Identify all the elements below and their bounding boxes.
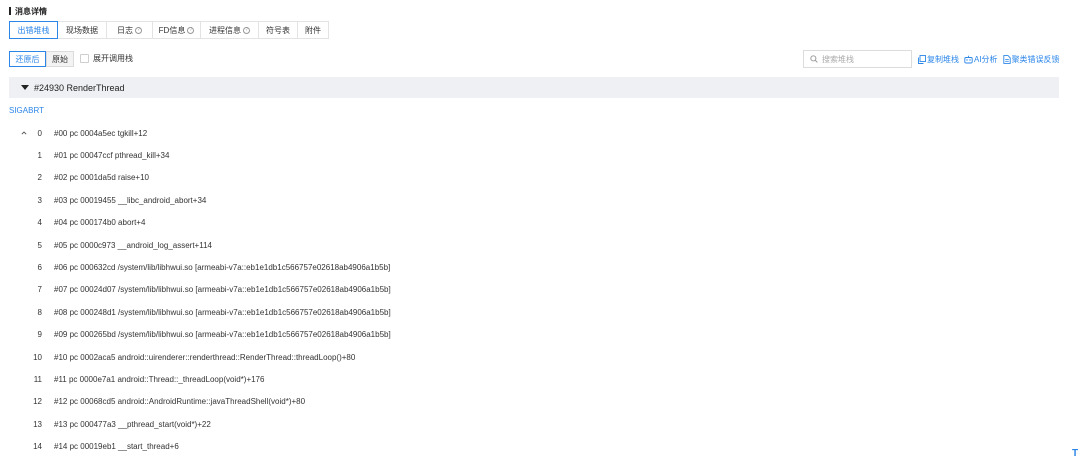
thread-header[interactable]: #24930 RenderThread: [9, 77, 1059, 98]
copy-stack-label: 复制堆栈: [927, 55, 959, 64]
help-icon[interactable]: ?: [187, 26, 195, 34]
frame-text: #06 pc 000632cd /system/lib/libhwui.so […: [54, 262, 391, 272]
section-title-text: 消息详情: [15, 6, 47, 16]
tab-logs[interactable]: 日志?: [107, 22, 153, 38]
signal-name: SIGABRT: [9, 106, 44, 115]
tab-label: FD信息: [158, 25, 186, 35]
section-title: 消息详情: [9, 6, 47, 16]
search-icon: [810, 55, 818, 63]
robot-icon: [964, 55, 973, 64]
frame-index: 4: [37, 218, 42, 228]
tab-label: 现场数据: [66, 25, 98, 35]
frame-text: #12 pc 00068cd5 android::AndroidRuntime:…: [54, 397, 306, 407]
search-input[interactable]: [822, 54, 907, 64]
tab-label: 日志: [117, 25, 133, 35]
tab-process-info[interactable]: 进程信息?: [201, 22, 259, 38]
frame-text: #04 pc 000174b0 abort+4: [54, 218, 146, 228]
stack-search[interactable]: [803, 50, 912, 68]
original-toggle-button[interactable]: 原始: [46, 52, 73, 66]
expand-callstack-checkbox[interactable]: [80, 54, 89, 63]
frame-text: #07 pc 00024d07 /system/lib/libhwui.so […: [54, 285, 391, 295]
tab-symbol-table[interactable]: 符号表: [259, 22, 298, 38]
tab-label: 附件: [305, 25, 321, 35]
tab-fd-info[interactable]: FD信息?: [153, 22, 201, 38]
frame-text: #00 pc 0004a5ec tgkill+12: [54, 128, 148, 138]
cluster-feedback-label: 聚类错误反馈: [1011, 55, 1060, 64]
frame-index: 7: [37, 285, 42, 295]
frame-text: #09 pc 000265bd /system/lib/libhwui.so […: [54, 330, 391, 340]
frame-index: 9: [37, 330, 42, 340]
ai-analysis-label: AI分析: [974, 55, 998, 64]
tab-bar: 出错堆栈 现场数据 日志? FD信息? 进程信息? 符号表 附件: [9, 21, 329, 39]
frame-index: 1: [37, 150, 42, 160]
frame-index: 13: [33, 419, 42, 429]
chevron-up-icon[interactable]: [21, 130, 27, 136]
document-icon: [1002, 55, 1011, 64]
stack-actions: 复制堆栈 AI分析 聚类错误反馈: [918, 54, 1065, 65]
frame-text: #03 pc 00019455 __libc_android_abort+34: [54, 195, 207, 205]
tab-attachments[interactable]: 附件: [298, 22, 328, 38]
ai-analysis-button[interactable]: AI分析: [964, 54, 998, 65]
restored-toggle-button[interactable]: 还原后: [9, 51, 46, 67]
frame-index: 11: [33, 374, 42, 384]
help-icon[interactable]: ?: [135, 26, 142, 34]
frame-index: 10: [33, 352, 42, 362]
frame-text: #11 pc 0000e7a1 android::Thread::_thread…: [54, 374, 265, 384]
toggle-label: 原始: [52, 54, 68, 64]
copy-icon: [918, 55, 926, 64]
tab-label: 符号表: [266, 25, 290, 35]
title-bar-marker: [9, 7, 11, 15]
stack-mode-toggle: 还原后 原始: [9, 51, 74, 67]
tab-crash-stack[interactable]: 出错堆栈: [9, 21, 58, 39]
frame-index: 0: [37, 128, 42, 138]
cluster-feedback-button[interactable]: 聚类错误反馈: [1002, 54, 1060, 65]
frame-index: 2: [37, 173, 42, 183]
help-icon[interactable]: ?: [243, 26, 250, 34]
frame-index: 3: [37, 195, 42, 205]
frame-index: 8: [37, 307, 42, 317]
copy-stack-button[interactable]: 复制堆栈: [918, 54, 959, 65]
frame-text: #01 pc 00047ccf pthread_kill+34: [54, 150, 170, 160]
frame-text: #13 pc 000477a3 __pthread_start(void*)+2…: [54, 419, 211, 429]
frame-index: 5: [37, 240, 42, 250]
tab-scene-data[interactable]: 现场数据: [58, 22, 107, 38]
frame-text: #14 pc 00019eb1 __start_thread+6: [54, 442, 179, 452]
frame-text: #02 pc 0001da5d raise+10: [54, 173, 149, 183]
frame-index: 6: [37, 262, 42, 272]
frame-index: 12: [33, 397, 42, 407]
tab-label: 进程信息: [209, 25, 241, 35]
frame-text: #08 pc 000248d1 /system/lib/libhwui.so […: [54, 307, 391, 317]
frame-text: #05 pc 0000c973 __android_log_assert+114: [54, 240, 212, 250]
thread-title: #24930 RenderThread: [34, 82, 125, 93]
frame-index: 14: [33, 442, 42, 452]
toggle-label: 还原后: [15, 54, 40, 64]
caret-down-icon[interactable]: [21, 85, 29, 90]
expand-callstack-label: 展开调用栈: [93, 54, 133, 63]
expand-callstack-option[interactable]: 展开调用栈: [80, 53, 133, 64]
frame-text: #10 pc 0002aca5 android::uirenderer::ren…: [54, 352, 356, 362]
tab-label: 出错堆栈: [17, 25, 50, 35]
back-to-top-button[interactable]: T: [1072, 448, 1080, 460]
